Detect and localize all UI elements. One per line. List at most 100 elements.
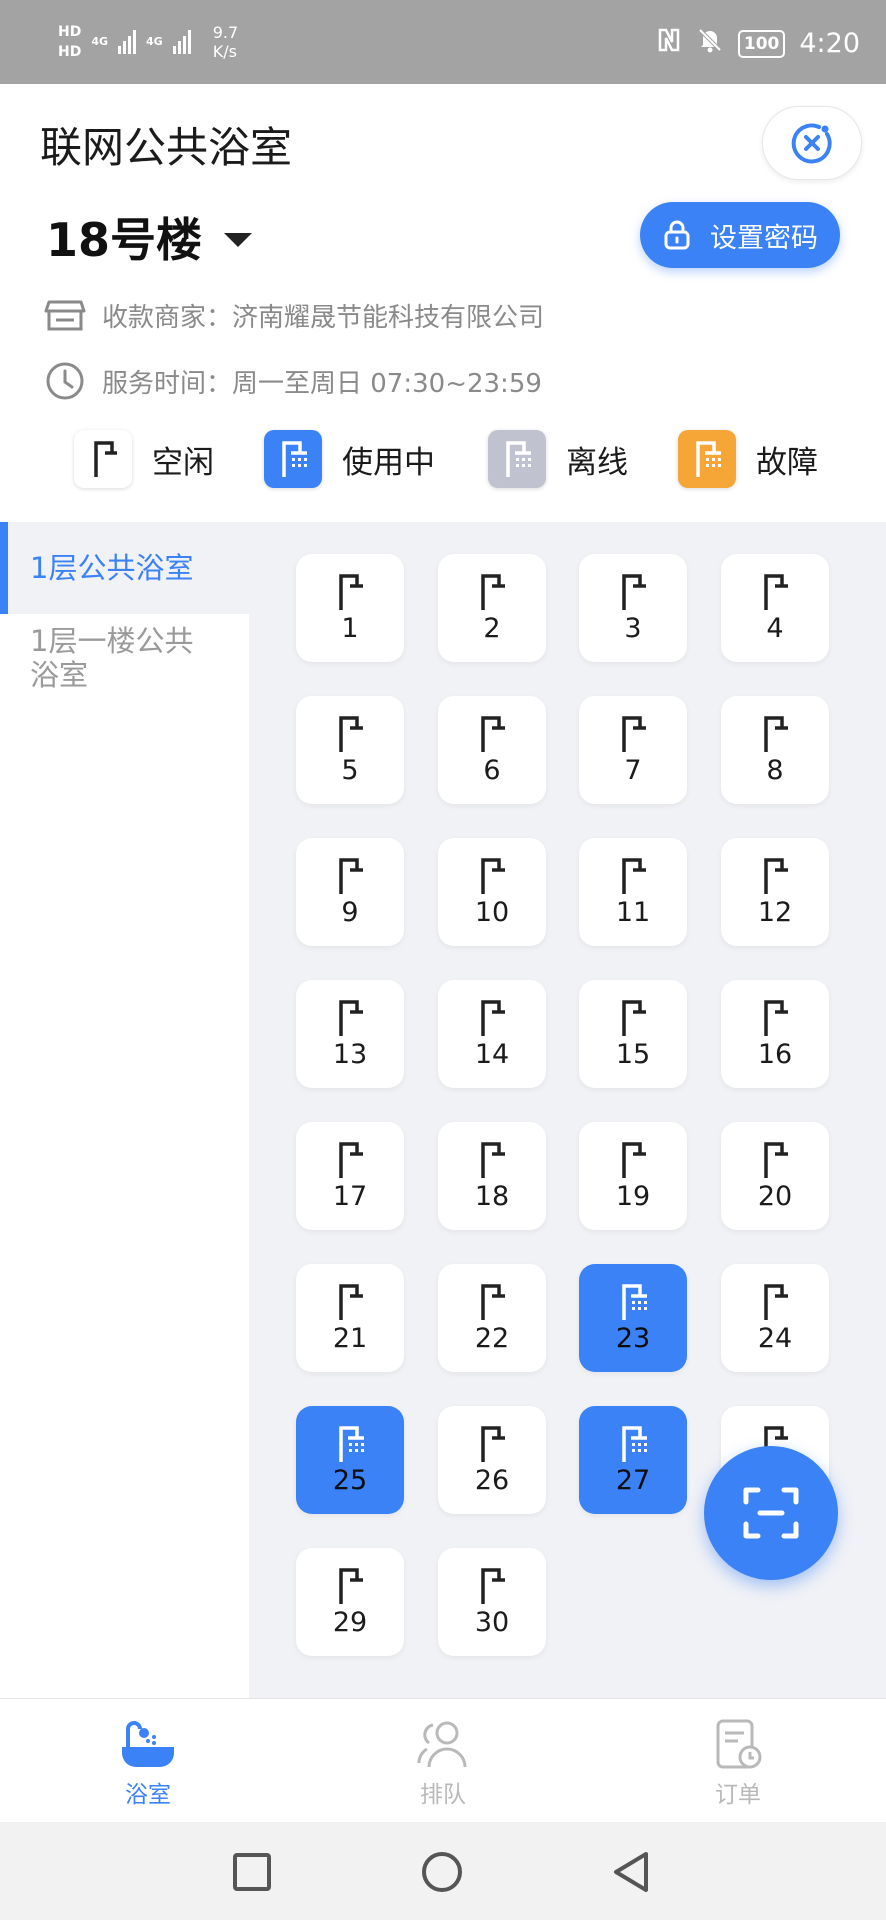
shower-number: 9 [341,897,359,928]
sidebar-item-label: 1层一楼公共浴室 [30,624,194,692]
shower-tile[interactable]: 18 [438,1122,546,1230]
shower-number: 11 [615,897,651,928]
mute-bell-icon [696,26,724,61]
bottom-navigation: 浴室 排队 订单 [0,1698,886,1822]
net-speed-unit: K/s [212,42,237,61]
shower-number: 22 [474,1323,510,1354]
shower-number: 6 [483,755,501,786]
status-legend: 空闲 使用中 离线 故障 [0,430,886,490]
shower-idle-icon [475,1424,509,1468]
shower-number: 10 [474,897,510,928]
shower-idle-icon [333,1566,367,1610]
nav-tab-queue[interactable]: 排队 [383,1719,503,1809]
shower-tile[interactable]: 11 [579,838,687,946]
shower-number: 19 [615,1181,651,1212]
shower-tile[interactable]: 17 [296,1122,404,1230]
shower-idle-icon [475,714,509,758]
shower-tile[interactable]: 13 [296,980,404,1088]
shower-tile[interactable]: 2 [438,554,546,662]
shower-tile[interactable]: 8 [721,696,829,804]
clock-icon [46,362,84,400]
nav-tab-orders[interactable]: 订单 [678,1719,798,1809]
shower-tile[interactable]: 4 [721,554,829,662]
shower-idle-icon [616,856,650,900]
shower-idle-icon [333,1282,367,1326]
shower-idle-icon [475,1140,509,1184]
shower-tile[interactable]: 24 [721,1264,829,1372]
target-close-icon [791,123,832,164]
legend-label: 故障 [756,444,818,481]
sidebar-item-floor1-public[interactable]: 1层公共浴室 [0,522,249,614]
shower-tile[interactable]: 7 [579,696,687,804]
recent-apps-button[interactable] [232,1852,272,1892]
shower-idle-icon [475,1282,509,1326]
scan-button[interactable] [704,1446,838,1580]
shower-idle-icon [758,1140,792,1184]
legend-busy: 使用中 [264,430,435,488]
shower-idle-icon [616,714,650,758]
hd-indicator-2: HD [58,44,82,60]
lock-icon [664,220,690,250]
shower-tile[interactable]: 23 [579,1264,687,1372]
scan-icon [743,1487,799,1539]
shower-tile[interactable]: 30 [438,1548,546,1656]
shower-offline-icon [488,430,546,488]
sidebar-item-floor1-building1-public[interactable]: 1层一楼公共浴室 [0,614,240,692]
shower-tile[interactable]: 21 [296,1264,404,1372]
shower-number: 8 [766,755,784,786]
set-password-button[interactable]: 设置密码 [640,202,840,268]
service-time-row: 服务时间：周一至周日 07:30~23:59 [44,360,542,402]
close-miniapp-button[interactable] [762,106,862,180]
shower-number: 20 [757,1181,793,1212]
status-bar: HD HD 4G 4G 9.7 K/s 100 4:20 [0,0,886,84]
shower-busy-icon [616,1424,650,1468]
shower-tile[interactable]: 10 [438,838,546,946]
building-name: 18号楼 [46,213,203,267]
shower-idle-icon [758,572,792,616]
shower-tile[interactable]: 27 [579,1406,687,1514]
shower-tile[interactable]: 15 [579,980,687,1088]
shower-tile[interactable]: 22 [438,1264,546,1372]
shower-tile[interactable]: 29 [296,1548,404,1656]
legend-fault: 故障 [678,430,818,488]
battery-icon: 100 [737,29,786,58]
nav-tab-bathroom[interactable]: 浴室 [88,1719,208,1809]
shower-idle-icon [333,856,367,900]
shower-tile[interactable]: 1 [296,554,404,662]
shower-number: 2 [483,613,501,644]
shower-number: 14 [474,1039,510,1070]
legend-idle: 空闲 [74,430,214,488]
shower-tile[interactable]: 19 [579,1122,687,1230]
shower-idle-icon [616,1140,650,1184]
shower-tile[interactable]: 5 [296,696,404,804]
nav-tab-label: 订单 [715,1782,761,1808]
shower-number: 27 [615,1465,651,1496]
shower-idle-icon [333,998,367,1042]
shower-tile[interactable]: 3 [579,554,687,662]
network-type-2: 4G [146,35,163,48]
hd-indicator-1: HD [58,24,82,40]
building-selector[interactable]: 18号楼 [46,204,253,270]
nav-tab-label: 浴室 [125,1782,171,1808]
chevron-down-icon [224,233,253,247]
shower-number: 18 [474,1181,510,1212]
shower-tile[interactable]: 6 [438,696,546,804]
net-speed-value: 9.7 [212,23,239,42]
back-button[interactable] [610,1850,652,1894]
shower-tile[interactable]: 16 [721,980,829,1088]
shower-tile[interactable]: 9 [296,838,404,946]
shower-tile[interactable]: 12 [721,838,829,946]
shower-idle-icon [616,572,650,616]
shower-tile[interactable]: 20 [721,1122,829,1230]
home-button[interactable] [421,1851,463,1893]
shower-tile[interactable]: 26 [438,1406,546,1514]
shower-number: 17 [332,1181,368,1212]
set-password-label: 设置密码 [710,222,818,254]
shower-tile[interactable]: 14 [438,980,546,1088]
shower-number: 23 [615,1323,651,1354]
shower-tile[interactable]: 25 [296,1406,404,1514]
shower-idle-icon [333,714,367,758]
shower-number: 12 [757,897,793,928]
shower-number: 16 [757,1039,793,1070]
signal-icon [118,30,137,54]
